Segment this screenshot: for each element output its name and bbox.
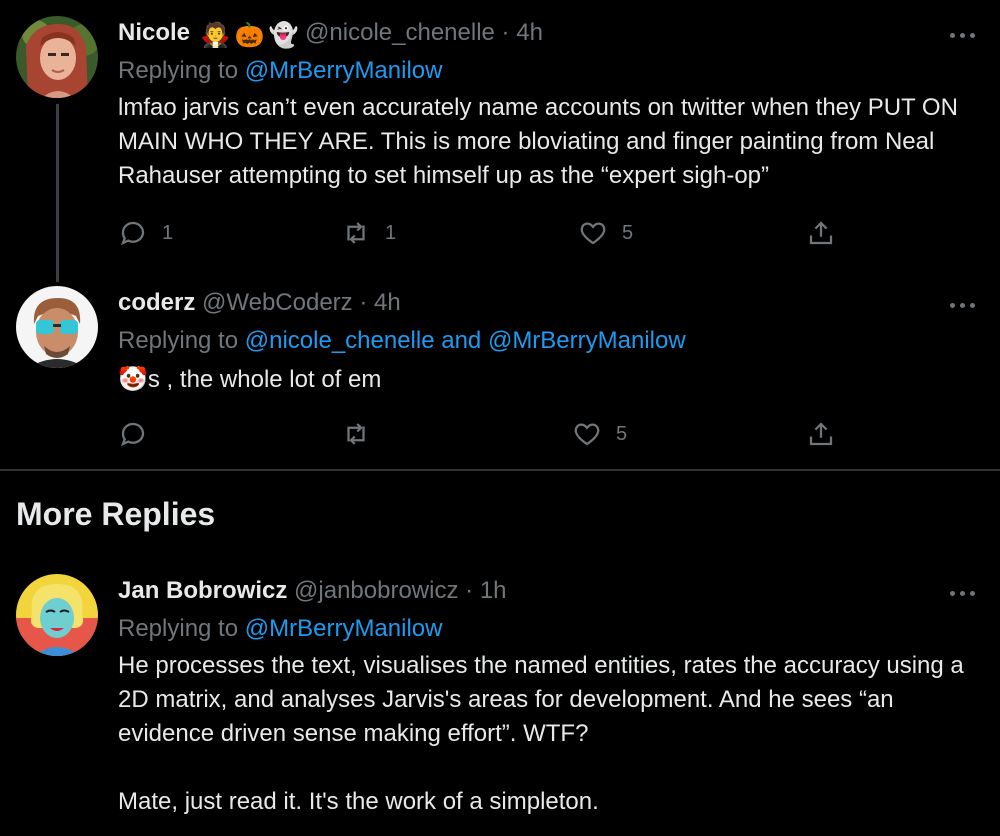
more-options-button[interactable] <box>948 588 978 598</box>
separator-dot: · <box>359 289 368 316</box>
share-icon <box>809 422 833 446</box>
replying-to: Replying to @nicole_chenelle and @MrBerr… <box>118 326 686 356</box>
separator-dot: · <box>501 19 510 46</box>
mention-link[interactable]: @MrBerryManilow <box>245 615 443 642</box>
replying-prefix: Replying to <box>118 615 239 642</box>
retweet-icon <box>347 222 365 244</box>
tweet-header: coderz @WebCoderz · 4h <box>118 288 401 318</box>
separator-dot: · <box>465 577 474 604</box>
share-button[interactable] <box>806 416 836 452</box>
replying-to: Replying to @MrBerryManilow <box>118 56 442 86</box>
share-button[interactable] <box>806 215 836 251</box>
like-button[interactable]: 5 <box>572 416 627 452</box>
share-icon <box>809 221 833 245</box>
reply-icon <box>121 221 145 246</box>
tweet-header: Jan Bobrowicz @janbobrowicz · 1h <box>118 576 507 606</box>
tweet-header: Nicole 🧛 🎃 👻 @nicole_chenelle · 4h <box>118 18 543 51</box>
tweet-actions: 5 <box>118 416 858 452</box>
more-options-button[interactable] <box>948 30 978 40</box>
more-options-button[interactable] <box>948 300 978 310</box>
like-count: 5 <box>616 422 628 445</box>
tweet-coderz[interactable]: coderz @WebCoderz · 4h Replying to @nico… <box>0 270 1000 468</box>
tweet-text: He processes the text, visualises the na… <box>118 649 988 819</box>
like-icon <box>574 423 600 446</box>
tweet-jan-bobrowicz[interactable]: Jan Bobrowicz @janbobrowicz · 1h Replyin… <box>0 558 1000 836</box>
pumpkin-emoji: 🎃 <box>234 22 265 49</box>
retweet-button[interactable] <box>341 416 385 452</box>
replying-to: Replying to @MrBerryManilow <box>118 614 442 644</box>
display-name[interactable]: Nicole <box>118 19 190 46</box>
tweet-text-paragraph-2: Mate, just read it. It's the work of a s… <box>118 788 599 815</box>
more-icon <box>950 303 955 308</box>
like-count: 5 <box>622 221 634 244</box>
reply-icon <box>121 422 145 447</box>
vampire-emoji: 🧛 <box>200 22 231 49</box>
replying-prefix: Replying to <box>118 57 239 84</box>
user-handle[interactable]: @nicole_chenelle <box>305 19 495 46</box>
more-replies-heading: More Replies <box>16 496 216 532</box>
timestamp[interactable]: 4h <box>516 19 543 46</box>
reply-button[interactable] <box>118 416 162 452</box>
avatar[interactable] <box>16 574 98 656</box>
section-divider <box>0 469 1000 471</box>
user-handle[interactable]: @WebCoderz <box>202 289 353 316</box>
retweet-icon <box>347 423 365 445</box>
avatar[interactable] <box>16 286 98 368</box>
like-button[interactable]: 5 <box>578 215 633 251</box>
like-icon <box>580 222 606 245</box>
timestamp[interactable]: 1h <box>480 577 507 604</box>
mention-link[interactable]: @MrBerryManilow <box>245 57 443 84</box>
tweet-text-content: s , the whole lot of em <box>147 366 382 393</box>
tweet-nicole[interactable]: Nicole 🧛 🎃 👻 @nicole_chenelle · 4h Replyin… <box>0 0 1000 270</box>
clown-emoji: 🤡 <box>118 366 148 393</box>
tweet-text-paragraph-1: He processes the text, visualises the na… <box>118 652 964 747</box>
tweet-text: 🤡s , the whole lot of em <box>118 363 988 397</box>
timestamp[interactable]: 4h <box>374 289 401 316</box>
mention-link[interactable]: @nicole_chenelle and @MrBerryManilow <box>245 327 686 354</box>
user-handle[interactable]: @janbobrowicz <box>294 577 458 604</box>
display-name[interactable]: coderz <box>118 289 195 316</box>
retweet-button[interactable]: 1 <box>341 215 396 251</box>
tweet-actions: 1 1 5 <box>118 215 858 251</box>
more-icon <box>950 591 955 596</box>
avatar[interactable] <box>16 16 98 98</box>
tweet-text: lmfao jarvis can’t even accurately name … <box>118 94 958 189</box>
more-icon <box>950 33 955 38</box>
display-name[interactable]: Jan Bobrowicz <box>118 577 287 604</box>
reply-count: 1 <box>162 221 174 244</box>
ghost-emoji: 👻 <box>268 22 299 49</box>
retweet-count: 1 <box>385 221 397 244</box>
replying-prefix: Replying to <box>118 327 239 354</box>
reply-button[interactable]: 1 <box>118 215 173 251</box>
